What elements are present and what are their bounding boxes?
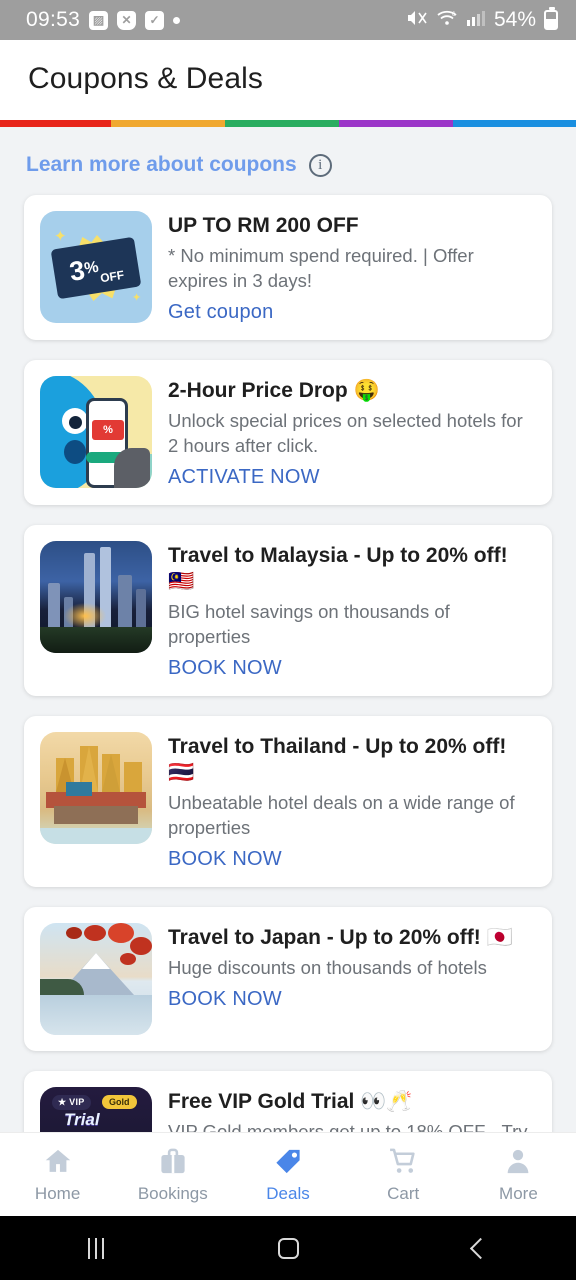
coupon-ticket-off: OFF <box>99 267 126 286</box>
nav-item-bookings[interactable]: Bookings <box>115 1145 230 1204</box>
deal-description: Huge discounts on thousands of hotels <box>168 957 487 978</box>
suitcase-icon <box>156 1145 190 1177</box>
page-title: Coupons & Deals <box>28 62 263 95</box>
deal-card-japan[interactable]: Travel to Japan - Up to 20% off! 🇯🇵 Huge… <box>24 906 552 1051</box>
dot-icon <box>173 16 181 24</box>
tag-icon <box>271 1145 305 1177</box>
price-drop-phone-icon: % <box>40 375 152 488</box>
deal-card-body: Travel to Thailand - Up to 20% off! 🇹🇭 U… <box>168 732 536 871</box>
wifi-6-icon: 6 <box>436 9 458 32</box>
app-bar: Coupons & Deals <box>0 40 576 120</box>
color-accent-bar <box>0 120 576 127</box>
deal-card-vip-gold[interactable]: ★ VIP Gold Trial Upto 18 % Off! Free VIP… <box>24 1070 552 1132</box>
vip-discount-number: 18 <box>76 1128 116 1132</box>
deal-cta-get-coupon[interactable]: Get coupon <box>168 301 536 324</box>
nav-item-deals[interactable]: Deals <box>230 1145 345 1204</box>
colorbar-segment-purple <box>339 120 454 127</box>
deal-card-body: Travel to Japan - Up to 20% off! 🇯🇵 Huge… <box>168 923 536 1011</box>
mute-icon <box>406 9 428 32</box>
home-square-icon[interactable] <box>248 1228 328 1268</box>
home-icon <box>41 1145 75 1177</box>
thailand-temple-photo <box>40 731 152 844</box>
deal-cta-activate-now[interactable]: ACTIVATE NOW <box>168 466 536 489</box>
person-icon <box>501 1145 535 1177</box>
back-chevron-icon[interactable] <box>440 1228 520 1268</box>
info-icon[interactable]: i <box>308 153 332 177</box>
vip-badge-label: ★ VIP <box>52 1094 91 1110</box>
deal-cta-book-now[interactable]: BOOK NOW <box>168 988 536 1011</box>
bottom-navigation: Home Bookings Deals Cart More <box>0 1132 576 1216</box>
nav-label-more: More <box>499 1184 538 1203</box>
deal-card-body: Free VIP Gold Trial 👀🥂 VIP Gold members … <box>168 1087 536 1132</box>
deal-title: 2-Hour Price Drop 🤑 <box>168 378 380 402</box>
deal-title: Free VIP Gold Trial 👀🥂 <box>168 1089 413 1113</box>
nav-label-deals: Deals <box>266 1184 310 1203</box>
coupon-3-percent-off-icon: ✦ ✦ 3% OFF <box>40 211 152 323</box>
deal-cta-book-now[interactable]: BOOK NOW <box>168 657 536 680</box>
deal-card-body: Travel to Malaysia - Up to 20% off! 🇲🇾 B… <box>168 541 536 680</box>
malaysia-skyline-photo <box>40 540 152 653</box>
deal-description: Unbeatable hotel deals on a wide range o… <box>168 792 515 838</box>
status-bar-right: 6 54% <box>406 7 558 32</box>
deal-cta-book-now[interactable]: BOOK NOW <box>168 848 536 871</box>
colorbar-segment-green <box>225 120 340 127</box>
recents-icon[interactable] <box>56 1228 136 1268</box>
learn-more-label: Learn more about coupons <box>26 153 297 176</box>
shield-x-icon: ✕ <box>117 10 137 30</box>
deal-card-body: UP TO RM 200 OFF * No minimum spend requ… <box>168 211 536 324</box>
phone-screen: 09:53 ▨ ✕ ✓ 6 54% Coupons & Deals Learn … <box>0 0 576 1280</box>
deal-title: Travel to Malaysia - Up to 20% off! 🇲🇾 <box>168 543 508 593</box>
deal-title: Travel to Japan - Up to 20% off! 🇯🇵 <box>168 925 513 949</box>
learn-more-link[interactable]: Learn more about coupons i <box>0 127 576 195</box>
shopping-cart-icon <box>386 1145 420 1177</box>
deal-description: * No minimum spend required. | Offer exp… <box>168 245 474 292</box>
deal-description: BIG hotel savings on thousands of proper… <box>168 601 450 647</box>
status-time: 09:53 <box>26 8 81 31</box>
deal-card-malaysia[interactable]: Travel to Malaysia - Up to 20% off! 🇲🇾 B… <box>24 524 552 696</box>
signal-bars-icon <box>466 9 486 32</box>
checkbox-icon: ✓ <box>145 10 165 30</box>
colorbar-segment-red <box>0 120 112 127</box>
deal-description: Unlock special prices on selected hotels… <box>168 410 523 456</box>
colorbar-segment-blue <box>453 120 576 127</box>
battery-percent: 54% <box>493 8 536 31</box>
android-navigation-bar <box>0 1216 576 1280</box>
vip-gold-trial-icon: ★ VIP Gold Trial Upto 18 % Off! <box>40 1086 152 1132</box>
deal-title: UP TO RM 200 OFF <box>168 214 359 237</box>
deal-card-thailand[interactable]: Travel to Thailand - Up to 20% off! 🇹🇭 U… <box>24 715 552 887</box>
nav-label-bookings: Bookings <box>137 1184 208 1203</box>
status-bar-left: 09:53 ▨ ✕ ✓ <box>26 8 181 32</box>
deal-card-coupon[interactable]: ✦ ✦ 3% OFF UP TO RM 200 OFF * No minimum … <box>24 195 552 340</box>
nav-item-more[interactable]: More <box>461 1145 576 1204</box>
deal-card-body: 2-Hour Price Drop 🤑 Unlock special price… <box>168 376 536 489</box>
deal-card-price-drop[interactable]: % 2-Hour Price Drop 🤑 Unlock special pri… <box>24 359 552 505</box>
deal-title: Travel to Thailand - Up to 20% off! 🇹🇭 <box>168 734 507 784</box>
status-bar: 09:53 ▨ ✕ ✓ 6 54% <box>0 0 576 40</box>
colorbar-segment-orange <box>111 120 226 127</box>
nav-label-cart: Cart <box>387 1184 420 1203</box>
nav-item-home[interactable]: Home <box>0 1145 115 1204</box>
nav-label-home: Home <box>34 1184 81 1203</box>
image-icon: ▨ <box>89 10 109 30</box>
nav-item-cart[interactable]: Cart <box>346 1145 461 1204</box>
battery-icon <box>544 7 558 30</box>
gold-badge-label: Gold <box>102 1094 137 1109</box>
coupon-ticket-pct: % <box>83 258 100 278</box>
price-drop-ticket-pct: % <box>92 419 124 440</box>
japan-mount-fuji-photo <box>40 922 152 1035</box>
deal-description: VIP Gold members get up to 18% OFF - Try… <box>168 1121 528 1132</box>
deals-scroll-area[interactable]: Learn more about coupons i ✦ ✦ 3% OFF UP … <box>0 127 576 1132</box>
